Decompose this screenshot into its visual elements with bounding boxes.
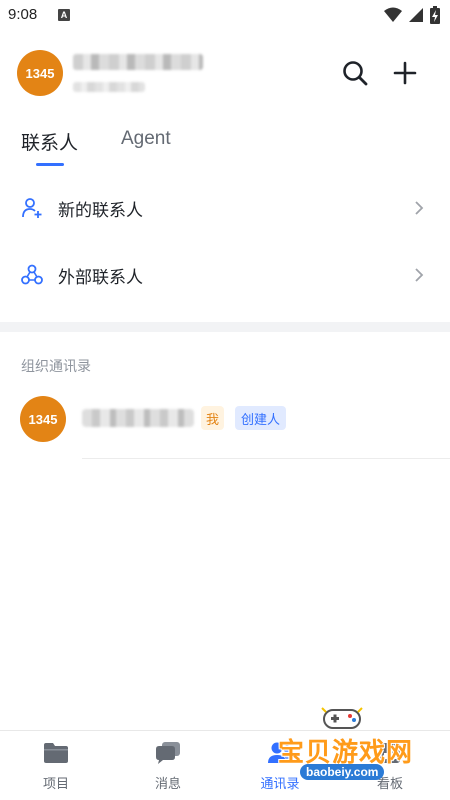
status-indicators [384,6,440,24]
tab-contacts[interactable]: 联系人 [21,128,78,155]
user-avatar[interactable]: 1345 [17,50,63,96]
external-contacts-icon [20,263,44,287]
search-icon [343,61,368,86]
add-button[interactable] [390,58,420,88]
tab-agent[interactable]: Agent [121,128,171,150]
battery-icon [430,6,440,24]
external-contacts-row[interactable]: 外部联系人 [0,242,450,308]
nav-messages[interactable]: 消息 [128,739,208,799]
nav-label: 消息 [154,777,181,792]
nav-label: 通讯录 [260,777,300,792]
member-divider [82,458,450,459]
new-contacts-row[interactable]: 新的联系人 [0,175,450,241]
external-contacts-label: 外部联系人 [58,267,143,288]
status-time: 9:08 [8,6,38,23]
member-name-redacted [82,409,194,427]
creator-badge: 创建人 [235,406,287,430]
nav-label: 项目 [42,777,69,792]
user-subtitle-redacted [73,82,145,92]
nav-board[interactable]: 看板 [350,739,430,799]
nav-contacts[interactable]: 通讯录 [240,739,320,799]
folder-icon [42,739,70,767]
me-badge: 我 [201,406,224,430]
chat-icon [154,739,182,767]
signal-icon [409,8,423,22]
header: 1345 [0,40,450,112]
contacts-icon [266,739,294,767]
add-user-icon [20,196,44,220]
org-directory-title: 组织通讯录 [21,359,91,375]
bottom-nav: 项目 消息 通讯录 看板 [0,730,450,800]
board-icon [376,739,404,767]
new-contacts-label: 新的联系人 [58,200,143,221]
section-divider [0,322,450,332]
chevron-right-icon [414,267,426,283]
plus-icon [393,61,417,85]
user-name-redacted [73,54,203,70]
wifi-icon [384,7,402,22]
status-bar: 9:08 A [0,0,450,32]
member-avatar[interactable]: 1345 [20,396,66,442]
member-row[interactable]: 1345 我 创建人 [0,392,450,448]
nav-projects[interactable]: 项目 [16,739,96,799]
nav-label: 看板 [376,777,403,792]
tab-active-indicator [36,163,64,166]
notification-icon: A [58,9,70,21]
tab-bar: 联系人 Agent [0,118,450,168]
search-button[interactable] [340,58,370,88]
chevron-right-icon [414,200,426,216]
